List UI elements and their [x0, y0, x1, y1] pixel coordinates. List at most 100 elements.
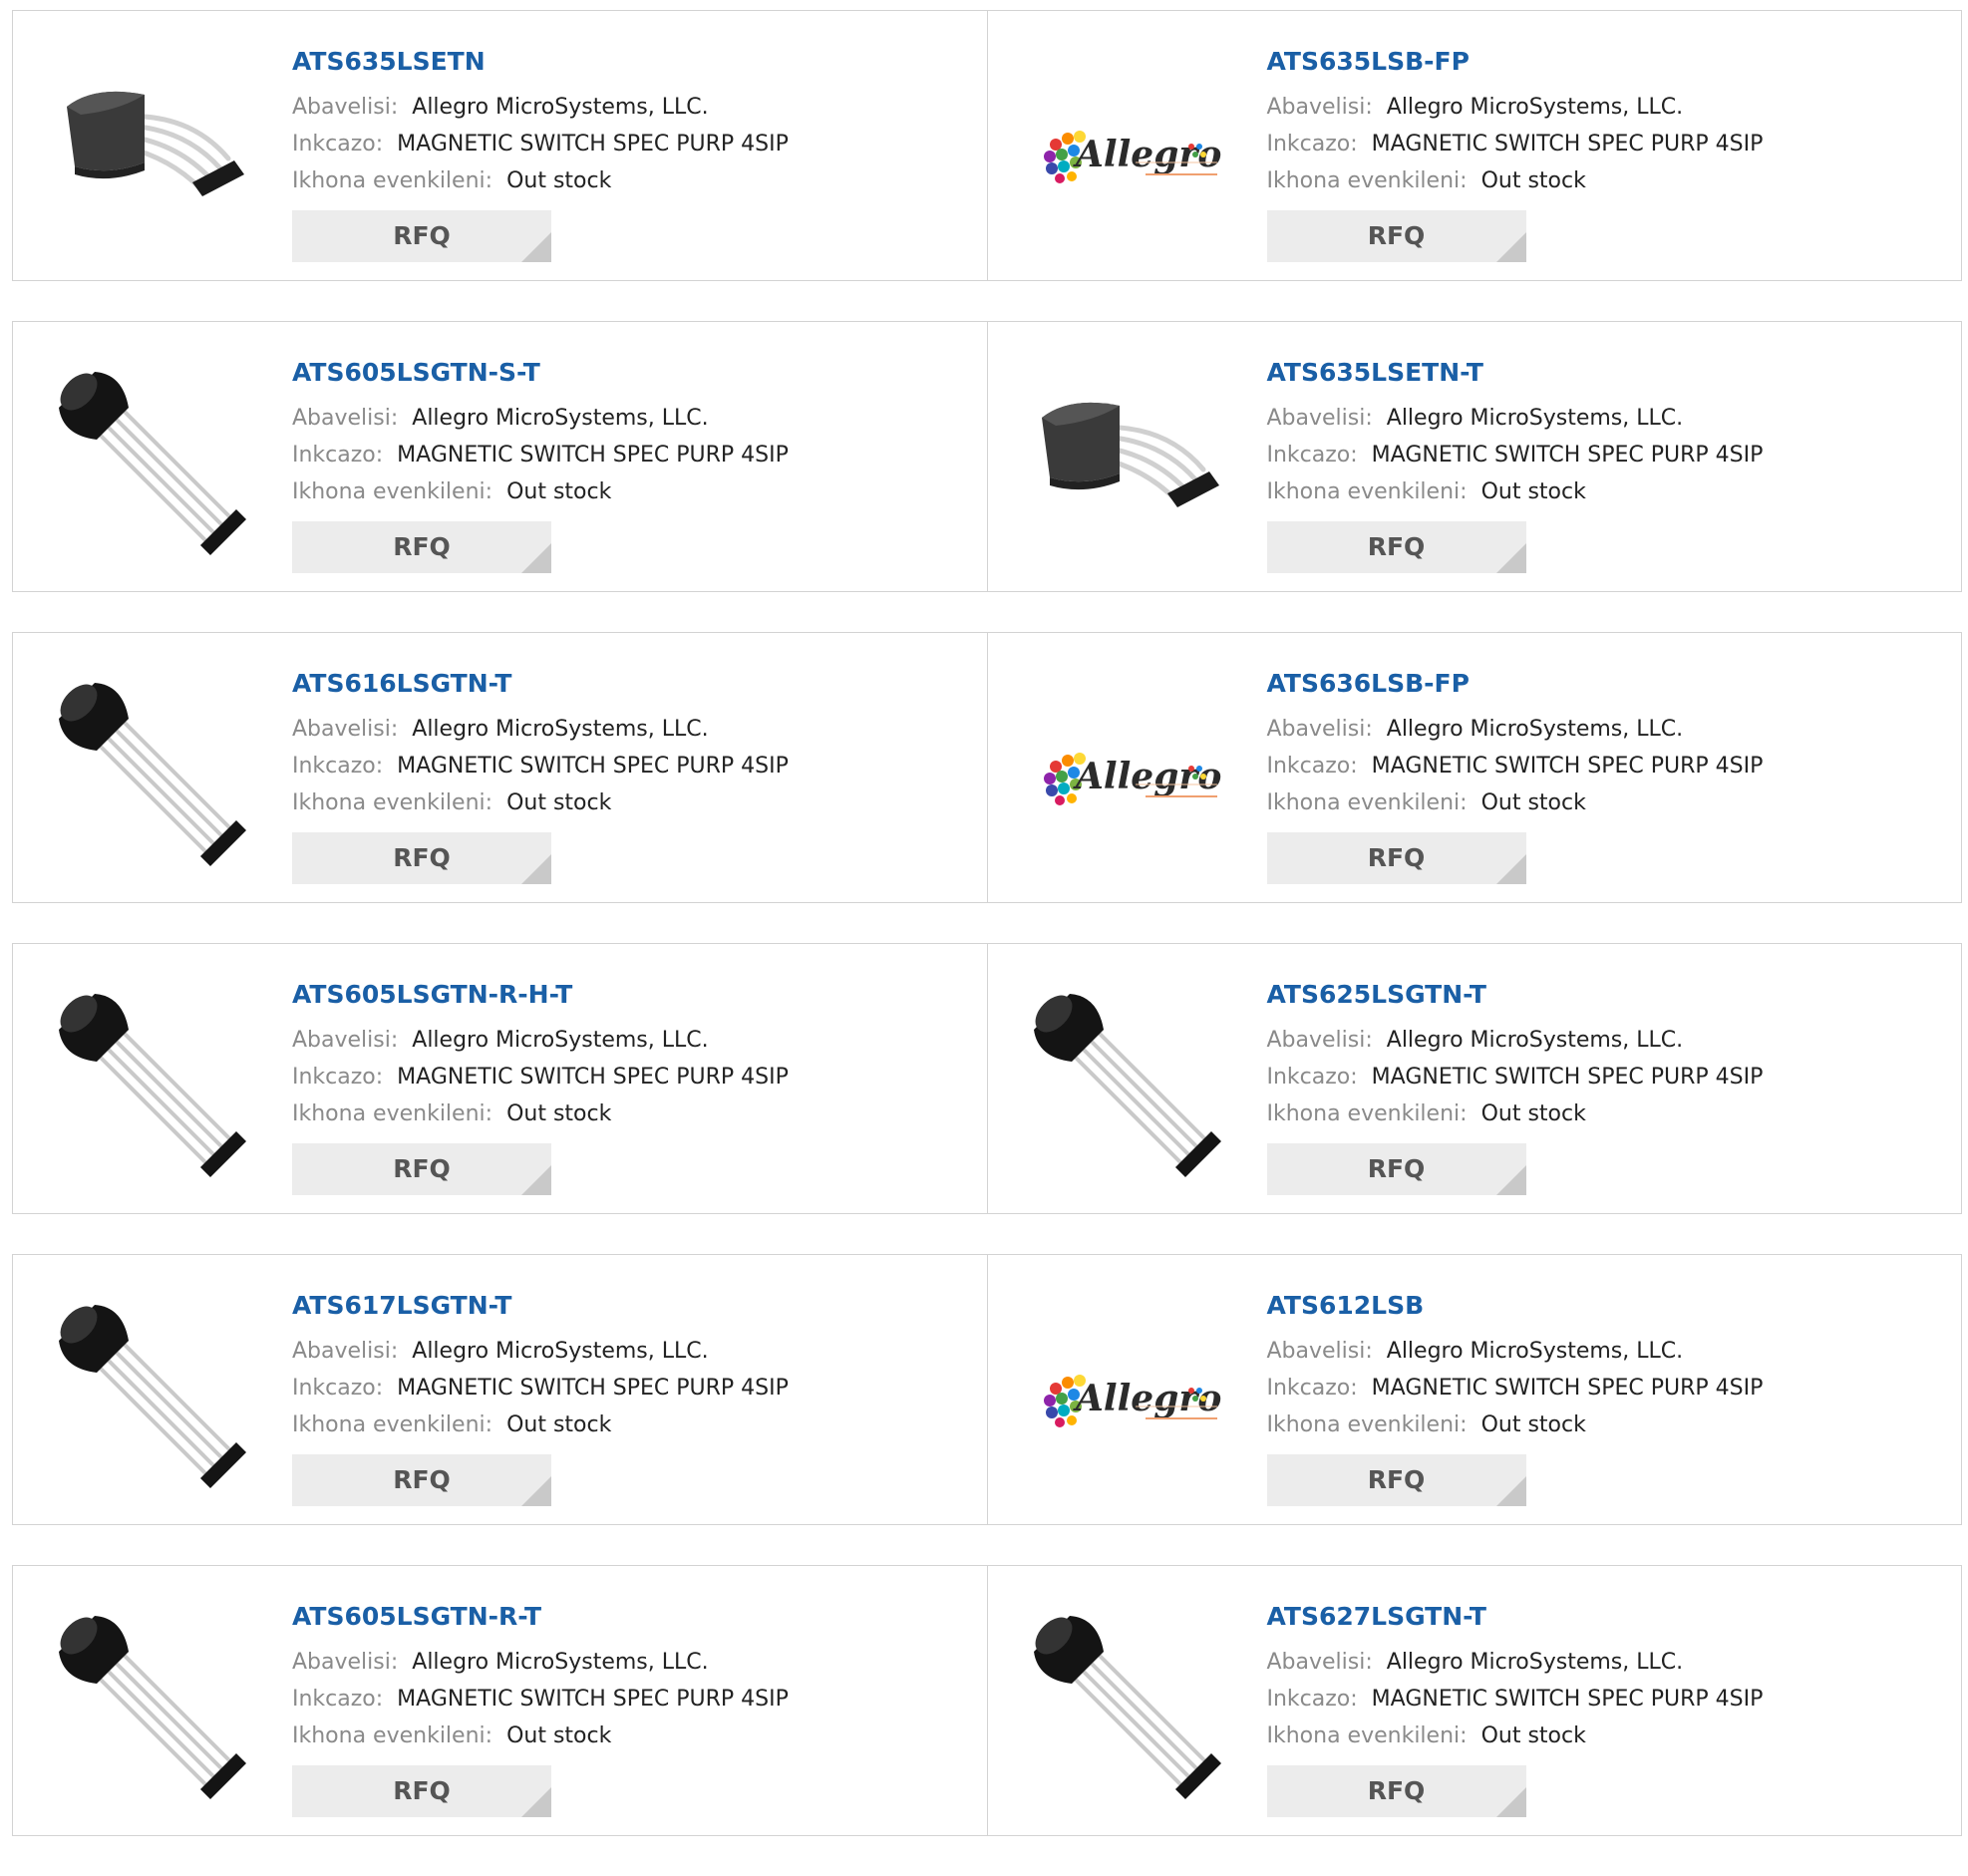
stock-value: Out stock	[1480, 1723, 1586, 1748]
product-image[interactable]: Allegro	[1026, 51, 1225, 250]
rfq-label: RFQ	[1367, 1776, 1426, 1805]
part-number-link[interactable]: ATS605LSGTN-S-T	[292, 356, 540, 390]
corner-triangle-icon	[1495, 232, 1526, 262]
stock-label: Ikhona evenkileni:	[1266, 1412, 1468, 1437]
part-number-link[interactable]: ATS605LSGTN-R-T	[292, 1600, 541, 1634]
corner-triangle-icon	[521, 1476, 551, 1506]
corner-triangle-icon	[521, 1165, 551, 1195]
stock-line: Ikhona evenkileni: Out stock	[292, 1718, 977, 1754]
manufacturer-line: Abavelisi: Allegro MicroSystems, LLC.	[292, 89, 977, 126]
manufacturer-label: Abavelisi:	[292, 1650, 399, 1675]
stock-value: Out stock	[506, 168, 612, 193]
product-card: ATS625LSGTN-T Abavelisi: Allegro MicroSys…	[987, 943, 1962, 1214]
part-number-link[interactable]: ATS635LSETN-T	[1267, 356, 1483, 390]
product-image[interactable]	[1026, 984, 1225, 1183]
description-value: MAGNETIC SWITCH SPEC PURP 4SIP	[397, 443, 789, 468]
stock-label: Ikhona evenkileni:	[292, 1412, 493, 1437]
description-line: Inkcazo: MAGNETIC SWITCH SPEC PURP 4SIP	[1267, 1370, 1952, 1407]
rfq-button[interactable]: RFQ	[1266, 1143, 1526, 1195]
description-value: MAGNETIC SWITCH SPEC PURP 4SIP	[1371, 1065, 1764, 1090]
rfq-button[interactable]: RFQ	[292, 210, 551, 262]
description-label: Inkcazo:	[1266, 754, 1358, 779]
description-line: Inkcazo: MAGNETIC SWITCH SPEC PURP 4SIP	[292, 1370, 977, 1407]
part-number-link[interactable]: ATS635LSETN	[292, 45, 486, 79]
manufacturer-value: Allegro MicroSystems, LLC.	[412, 1650, 709, 1675]
product-image[interactable]: Allegro	[1026, 673, 1225, 872]
part-number-link[interactable]: ATS616LSGTN-T	[292, 667, 511, 701]
stock-line: Ikhona evenkileni: Out stock	[292, 162, 977, 199]
manufacturer-label: Abavelisi:	[1266, 95, 1373, 120]
manufacturer-label: Abavelisi:	[1266, 1650, 1373, 1675]
rfq-button[interactable]: RFQ	[292, 521, 551, 573]
description-value: MAGNETIC SWITCH SPEC PURP 4SIP	[1371, 1687, 1764, 1712]
product-image[interactable]: Allegro	[1026, 1295, 1225, 1494]
product-card: ATS616LSGTN-T Abavelisi: Allegro MicroSys…	[12, 632, 988, 903]
corner-triangle-icon	[1495, 854, 1526, 884]
manufacturer-label: Abavelisi:	[292, 717, 399, 742]
rfq-button[interactable]: RFQ	[1266, 1454, 1526, 1506]
stock-value: Out stock	[506, 790, 612, 815]
stock-line: Ikhona evenkileni: Out stock	[1267, 784, 1952, 821]
product-image[interactable]	[51, 362, 250, 561]
description-label: Inkcazo:	[292, 132, 384, 156]
rfq-button[interactable]: RFQ	[1266, 1765, 1526, 1817]
manufacturer-line: Abavelisi: Allegro MicroSystems, LLC.	[1267, 89, 1952, 126]
rfq-button[interactable]: RFQ	[292, 1143, 551, 1195]
product-image[interactable]	[51, 673, 250, 872]
manufacturer-label: Abavelisi:	[292, 95, 399, 120]
product-image[interactable]	[1026, 362, 1225, 561]
rfq-label: RFQ	[393, 221, 451, 250]
rfq-button[interactable]: RFQ	[292, 1454, 551, 1506]
description-value: MAGNETIC SWITCH SPEC PURP 4SIP	[397, 1687, 789, 1712]
to92-sensor-icon	[59, 372, 246, 555]
manufacturer-label: Abavelisi:	[1266, 1028, 1373, 1053]
rfq-button[interactable]: RFQ	[1266, 832, 1526, 884]
allegro-logo-text: Allegro	[1073, 134, 1221, 175]
description-line: Inkcazo: MAGNETIC SWITCH SPEC PURP 4SIP	[292, 1681, 977, 1718]
corner-triangle-icon	[521, 854, 551, 884]
part-number-link[interactable]: ATS635LSB-FP	[1267, 45, 1470, 79]
description-label: Inkcazo:	[1266, 1065, 1358, 1090]
product-image[interactable]	[51, 1295, 250, 1494]
stock-label: Ikhona evenkileni:	[1266, 790, 1468, 815]
rfq-label: RFQ	[393, 1465, 451, 1494]
product-row: ATS616LSGTN-T Abavelisi: Allegro MicroSys…	[12, 632, 1962, 903]
stock-value: Out stock	[1480, 1101, 1586, 1126]
product-info: ATS635LSB-FP Abavelisi: Allegro MicroSyst…	[1267, 45, 1952, 199]
part-number-link[interactable]: ATS605LSGTN-R-H-T	[292, 978, 572, 1012]
description-label: Inkcazo:	[1266, 1687, 1358, 1712]
product-image[interactable]	[51, 984, 250, 1183]
product-card: Allegro ATS635LSB-FP Abavelisi: Allegro M…	[987, 10, 1962, 281]
to92-sensor-icon	[59, 994, 246, 1177]
product-image[interactable]	[1026, 1606, 1225, 1805]
manufacturer-value: Allegro MicroSystems, LLC.	[412, 406, 709, 431]
rfq-label: RFQ	[1367, 843, 1426, 872]
manufacturer-value: Allegro MicroSystems, LLC.	[412, 95, 709, 120]
description-value: MAGNETIC SWITCH SPEC PURP 4SIP	[1371, 754, 1764, 779]
to92-sensor-icon	[59, 1305, 246, 1488]
manufacturer-value: Allegro MicroSystems, LLC.	[1386, 717, 1684, 742]
rfq-button[interactable]: RFQ	[1266, 210, 1526, 262]
stock-label: Ikhona evenkileni:	[1266, 168, 1468, 193]
rfq-button[interactable]: RFQ	[1266, 521, 1526, 573]
description-line: Inkcazo: MAGNETIC SWITCH SPEC PURP 4SIP	[1267, 1681, 1952, 1718]
manufacturer-value: Allegro MicroSystems, LLC.	[1386, 1650, 1684, 1675]
manufacturer-line: Abavelisi: Allegro MicroSystems, LLC.	[1267, 1022, 1952, 1059]
part-number-link[interactable]: ATS617LSGTN-T	[292, 1289, 511, 1323]
rfq-button[interactable]: RFQ	[292, 832, 551, 884]
part-number-link[interactable]: ATS627LSGTN-T	[1267, 1600, 1486, 1634]
product-image[interactable]	[51, 51, 250, 250]
rfq-button[interactable]: RFQ	[292, 1765, 551, 1817]
part-number-link[interactable]: ATS636LSB-FP	[1267, 667, 1470, 701]
description-line: Inkcazo: MAGNETIC SWITCH SPEC PURP 4SIP	[1267, 1059, 1952, 1095]
product-row: ATS635LSETN Abavelisi: Allegro MicroSyste…	[12, 10, 1962, 281]
to92-sensor-icon	[1033, 994, 1221, 1177]
to92-sensor-icon	[59, 1616, 246, 1799]
part-number-link[interactable]: ATS625LSGTN-T	[1267, 978, 1486, 1012]
stock-label: Ikhona evenkileni:	[1266, 479, 1468, 504]
product-info: ATS612LSB Abavelisi: Allegro MicroSystems…	[1267, 1289, 1952, 1443]
allegro-logo: Allegro	[1043, 131, 1221, 183]
product-image[interactable]	[51, 1606, 250, 1805]
part-number-link[interactable]: ATS612LSB	[1267, 1289, 1425, 1323]
description-value: MAGNETIC SWITCH SPEC PURP 4SIP	[397, 754, 789, 779]
